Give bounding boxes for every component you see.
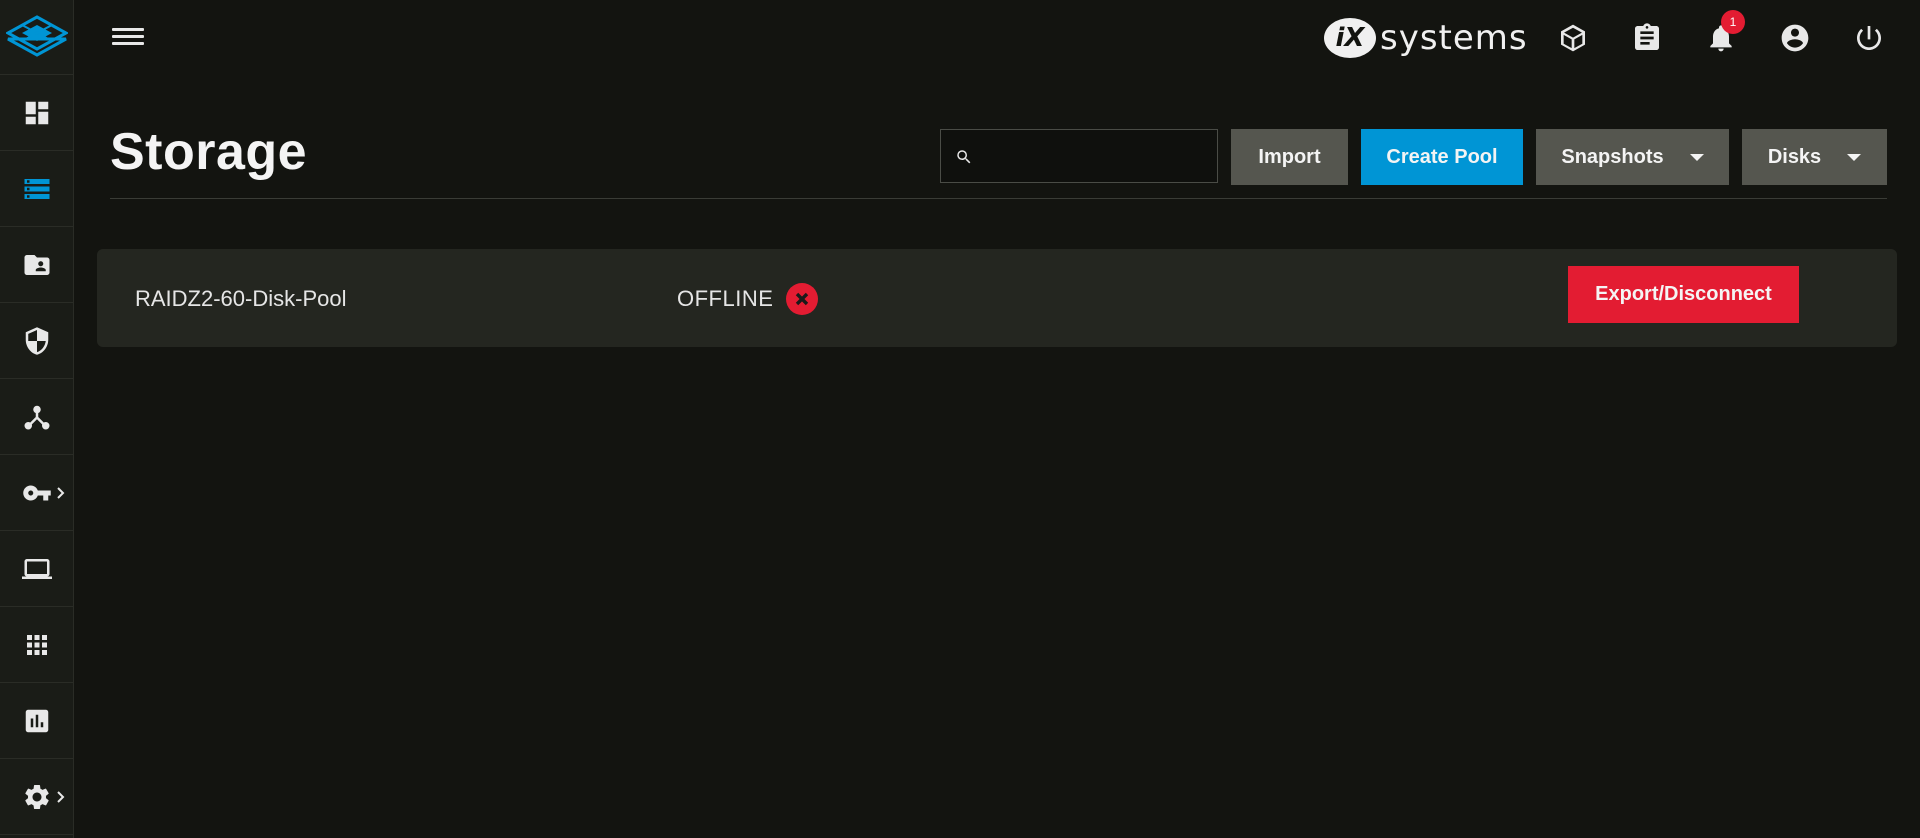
task-manager-button[interactable] <box>1629 20 1665 56</box>
caret-down-icon <box>1847 153 1862 161</box>
notification-badge: 1 <box>1721 10 1745 34</box>
apps-grid-icon <box>26 634 47 655</box>
storage-icon <box>24 178 49 199</box>
search-box[interactable] <box>940 129 1218 184</box>
snapshots-label: Snapshots <box>1561 145 1664 168</box>
notifications-button[interactable]: 1 <box>1703 10 1745 56</box>
sidebar-item-apps[interactable] <box>0 607 73 683</box>
sidebar-item-network[interactable] <box>0 379 73 455</box>
key-icon <box>22 485 51 500</box>
pool-card: RAIDZ2-60-Disk-Pool OFFLINE Export/Disco… <box>97 249 1897 347</box>
sidebar-item-credentials[interactable] <box>0 455 73 531</box>
snapshots-dropdown-button[interactable]: Snapshots <box>1536 129 1729 185</box>
logo[interactable] <box>0 0 73 75</box>
chevron-right-icon <box>56 486 66 500</box>
folder-shared-icon <box>24 254 49 275</box>
hamburger-line <box>112 42 144 45</box>
import-button[interactable]: Import <box>1231 129 1348 185</box>
disks-label: Disks <box>1767 145 1822 168</box>
laptop-icon <box>21 558 52 579</box>
create-pool-button[interactable]: Create Pool <box>1361 129 1523 185</box>
hamburger-icon <box>112 28 144 31</box>
dashboard-icon <box>25 101 48 124</box>
power-icon <box>1857 26 1881 50</box>
search-icon <box>957 150 971 164</box>
reporting-chart-icon <box>25 709 48 732</box>
caret-down-icon <box>1689 153 1704 161</box>
sidebar-item-dashboard[interactable] <box>0 75 73 151</box>
power-button[interactable] <box>1851 20 1887 56</box>
account-circle-icon <box>1781 24 1809 52</box>
account-button[interactable] <box>1777 20 1813 56</box>
truecommand-icon <box>1561 24 1585 52</box>
brand-text: systems <box>1380 18 1528 58</box>
ixsystems-logo[interactable]: iX systems <box>1324 16 1528 60</box>
chevron-right-icon <box>56 790 66 804</box>
sidebar-item-system-settings[interactable] <box>0 759 73 835</box>
disks-dropdown-button[interactable]: Disks <box>1742 129 1887 185</box>
sidebar-item-sharing[interactable] <box>0 227 73 303</box>
search-input[interactable] <box>983 130 1217 184</box>
pool-status: OFFLINE <box>677 286 774 311</box>
sidebar-item-storage[interactable] <box>0 151 73 227</box>
sidebar-item-virtual-machines[interactable] <box>0 531 73 607</box>
page-title: Storage <box>110 123 308 181</box>
brand-mark: iX <box>1324 18 1376 58</box>
security-shield-icon <box>25 326 48 355</box>
pool-name: RAIDZ2-60-Disk-Pool <box>135 286 347 311</box>
sidebar-item-reporting[interactable] <box>0 683 73 759</box>
hamburger-line <box>112 35 144 38</box>
truecommand-button[interactable] <box>1555 20 1591 56</box>
clipboard-icon <box>1635 23 1659 50</box>
sidebar <box>0 0 74 838</box>
menu-toggle-button[interactable] <box>112 24 144 52</box>
sidebar-item-network-security[interactable] <box>0 303 73 379</box>
truenas-logo-icon <box>5 15 68 57</box>
export-disconnect-button[interactable]: Export/Disconnect <box>1568 266 1799 323</box>
gear-icon <box>24 784 49 809</box>
error-icon <box>786 283 818 315</box>
header-divider <box>110 198 1887 199</box>
network-icon <box>24 405 49 429</box>
topbar: iX systems 1 <box>74 0 1920 76</box>
